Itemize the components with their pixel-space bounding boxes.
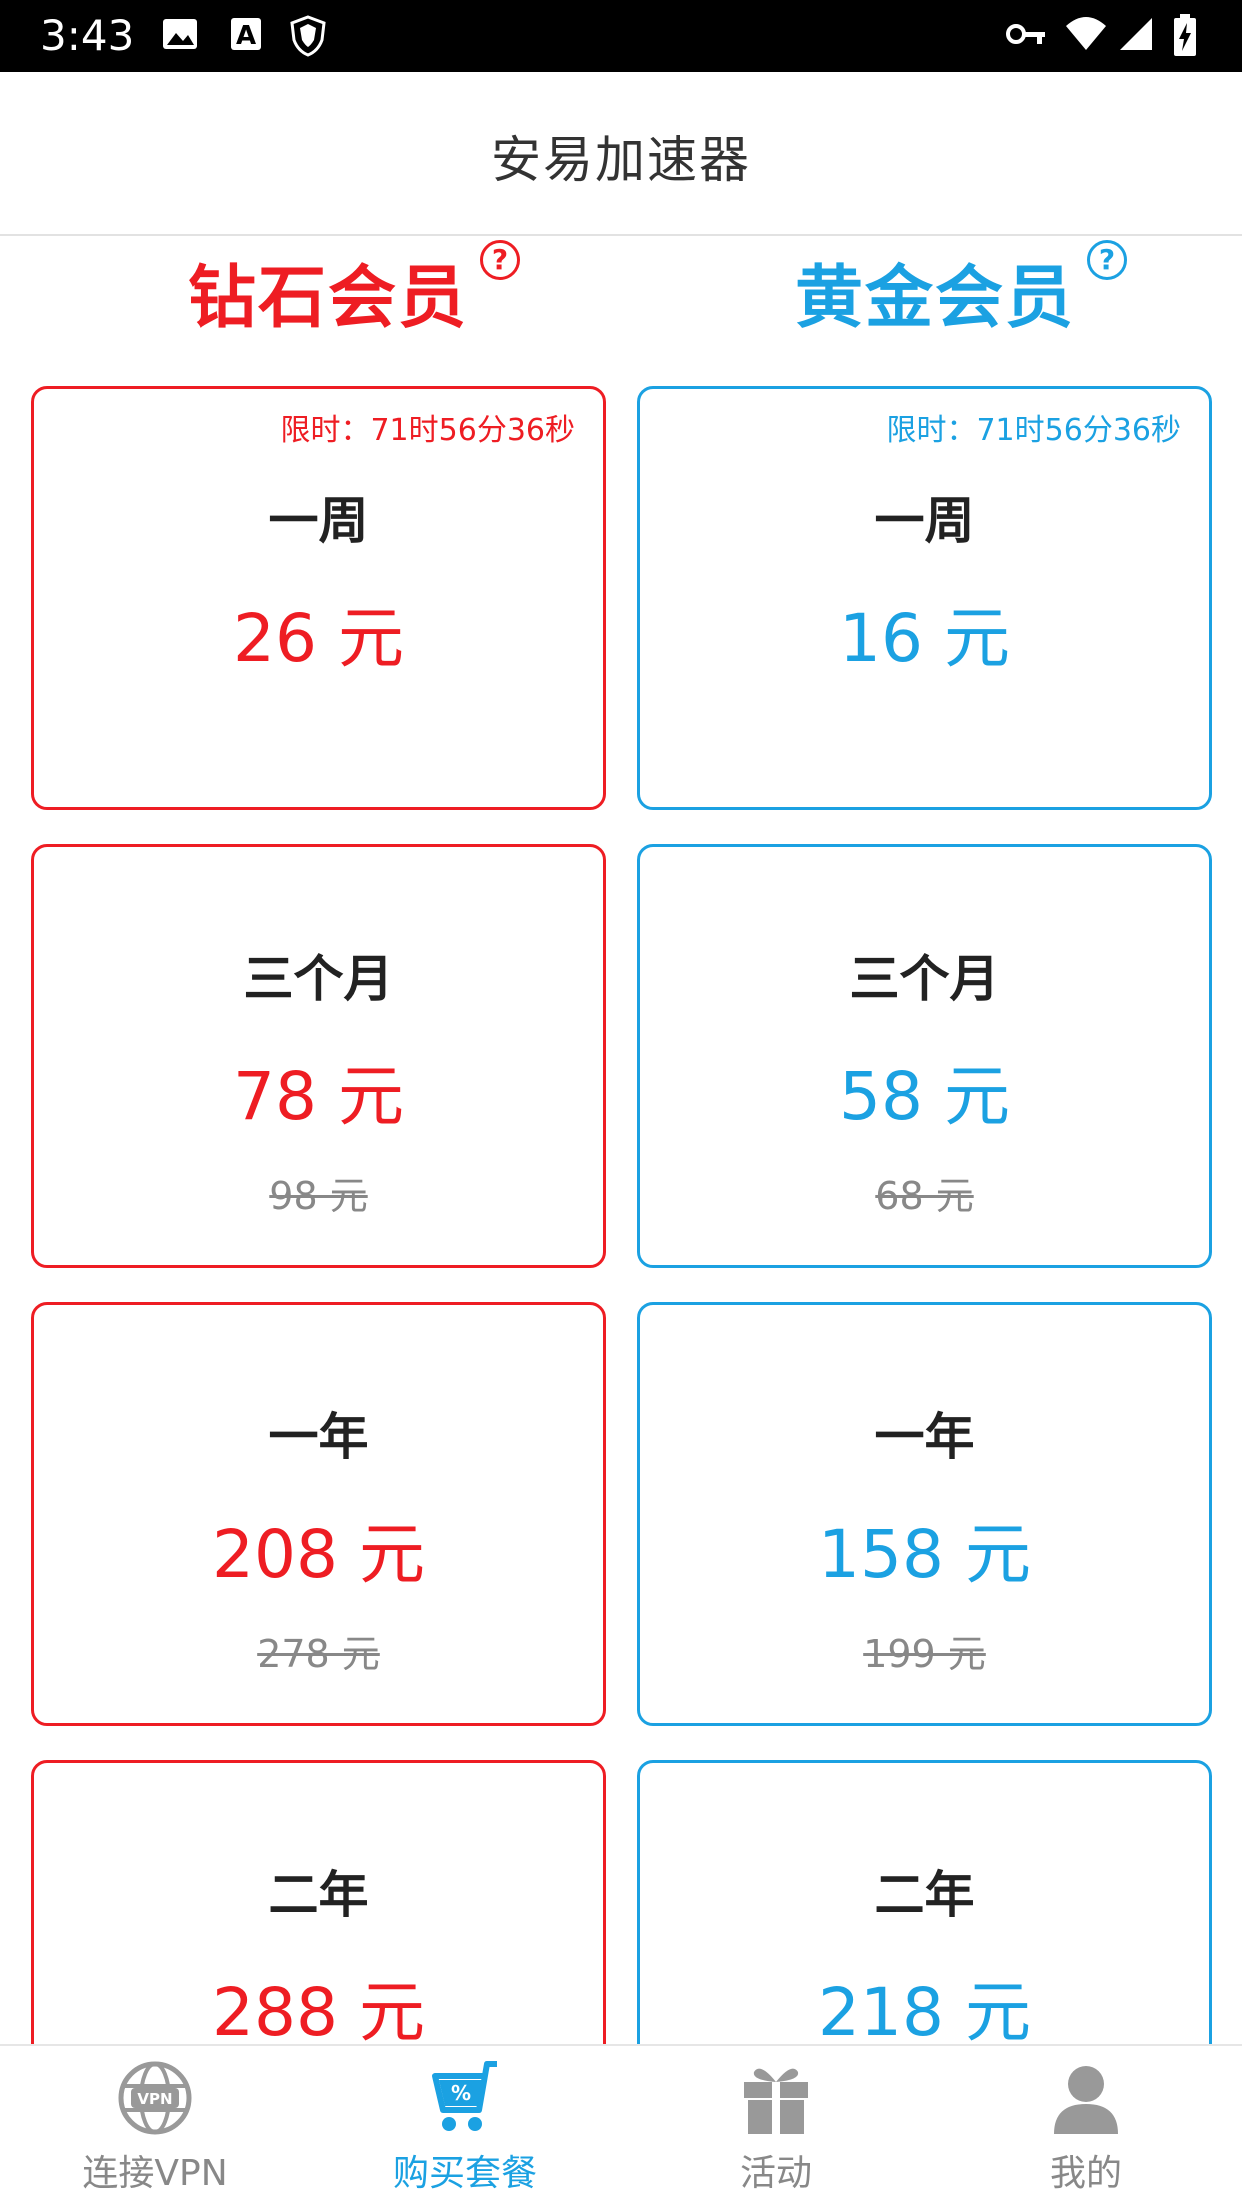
limited-time-countdown: 限时：71时56分36秒 [280, 413, 575, 448]
tab-label: 我的 [1049, 2153, 1122, 2194]
tab-label: 购买套餐 [392, 2153, 537, 2194]
plan-period: 二年 [268, 1866, 369, 1924]
plan-period: 三个月 [243, 950, 394, 1008]
plan-price: 218 元 [818, 1974, 1031, 2044]
svg-text:A: A [236, 21, 256, 51]
tab-buy-plan[interactable]: % 购买套餐 [310, 2046, 620, 2210]
bottom-tab-bar: VPN 连接VPN % 购买套餐 活动 我的 [0, 2044, 1242, 2210]
plan-period: 三个月 [849, 950, 1000, 1008]
plan-period: 一周 [874, 492, 975, 550]
gift-icon [744, 2068, 808, 2134]
status-bar: 3:43 A [0, 0, 1242, 72]
image-icon [163, 19, 197, 49]
diamond-plan-3month-card[interactable]: 三个月 78 元 98 元 [31, 844, 606, 1268]
tab-activity[interactable]: 活动 [621, 2046, 931, 2210]
plan-price: 288 元 [212, 1974, 425, 2044]
a-notification-icon: A [231, 18, 261, 51]
app-bar: 安易加速器 [0, 72, 1242, 236]
diamond-plan-week-card[interactable]: 限时：71时56分36秒 一周 26 元 [31, 386, 606, 810]
diamond-title: 钻石会员 [188, 259, 469, 338]
profile-icon [1054, 2066, 1118, 2134]
gold-plan-3month-card[interactable]: 三个月 58 元 68 元 [637, 844, 1212, 1268]
wifi-icon [1066, 17, 1106, 50]
plan-price: 26 元 [233, 600, 404, 677]
original-price: 199 元 [863, 1632, 986, 1676]
svg-text:%: % [451, 2081, 471, 2105]
tab-connect-vpn[interactable]: VPN 连接VPN [0, 2046, 310, 2210]
diamond-plan-1year-card[interactable]: 一年 208 元 278 元 [31, 1302, 606, 1726]
limited-time-countdown: 限时：71时56分36秒 [886, 413, 1181, 448]
vpn-globe-icon: VPN [118, 2061, 192, 2135]
diamond-help-icon[interactable]: ? [480, 240, 520, 280]
plan-period: 一年 [874, 1408, 975, 1466]
original-price: 68 元 [875, 1174, 974, 1218]
tab-label: 连接VPN [82, 2153, 228, 2194]
plan-price: 16 元 [839, 600, 1010, 677]
battery-charging-icon [1174, 14, 1196, 56]
tab-label: 活动 [739, 2153, 812, 2194]
original-price: 278 元 [257, 1632, 380, 1676]
plan-price: 58 元 [839, 1058, 1010, 1135]
gold-plan-2year-card[interactable]: 二年 218 元 [637, 1760, 1212, 2044]
plan-price: 208 元 [212, 1516, 425, 1593]
shopping-cart-icon: % [432, 2061, 497, 2131]
shield-icon [290, 15, 326, 57]
plans-content: 钻石会员 ? 黄金会员 ? 限时：71时56分36秒 一周 26 元 三个月 7… [0, 236, 1242, 2044]
gold-help-icon[interactable]: ? [1087, 240, 1127, 280]
plan-period: 一周 [268, 492, 369, 550]
app-title: 安易加速器 [491, 131, 751, 189]
plan-price: 78 元 [233, 1058, 404, 1135]
svg-text:VPN: VPN [137, 2090, 172, 2108]
plan-period: 二年 [874, 1866, 975, 1924]
diamond-header: 钻石会员 ? [0, 236, 621, 356]
diamond-plan-2year-card[interactable]: 二年 288 元 [31, 1760, 606, 2044]
plan-price: 158 元 [818, 1516, 1031, 1593]
gold-title: 黄金会员 [795, 259, 1076, 338]
status-time: 3:43 [40, 11, 135, 60]
tab-mine[interactable]: 我的 [931, 2046, 1241, 2210]
key-icon [1006, 24, 1045, 44]
plan-period: 一年 [268, 1408, 369, 1466]
gold-plan-week-card[interactable]: 限时：71时56分36秒 一周 16 元 [637, 386, 1212, 810]
gold-plan-1year-card[interactable]: 一年 158 元 199 元 [637, 1302, 1212, 1726]
signal-icon [1120, 18, 1152, 50]
original-price: 98 元 [269, 1174, 368, 1218]
gold-header: 黄金会员 ? [621, 236, 1242, 356]
